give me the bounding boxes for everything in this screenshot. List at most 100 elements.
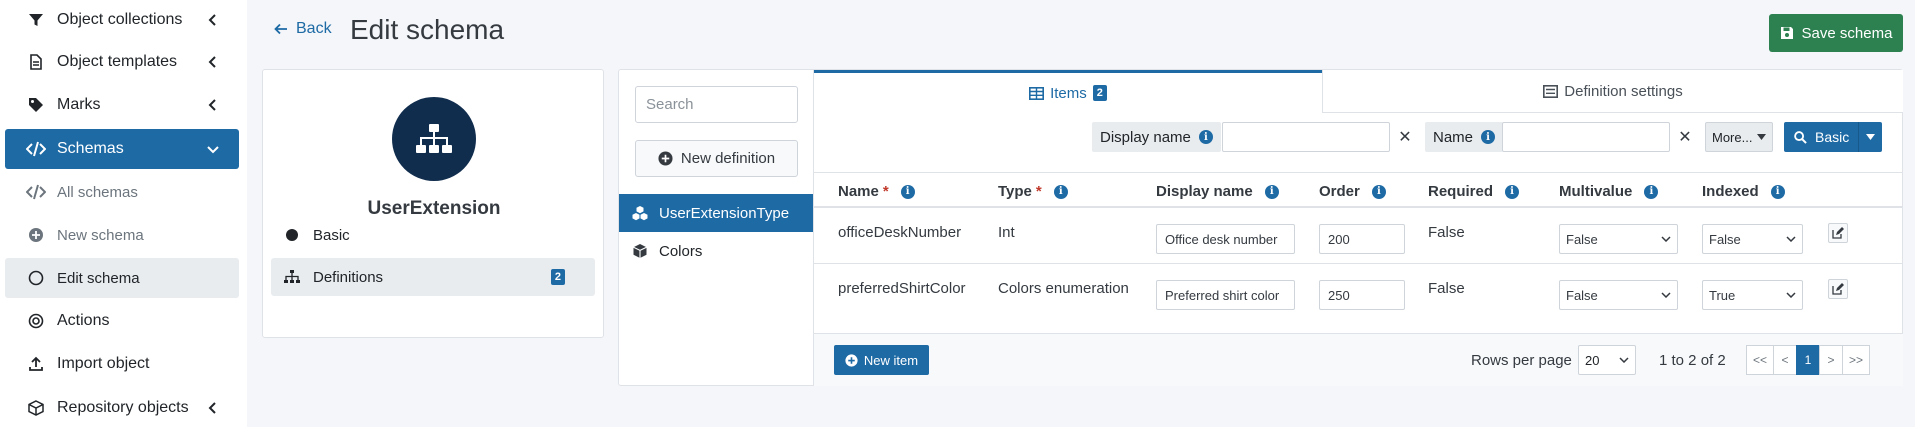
tag-icon	[25, 97, 47, 113]
save-schema-label: Save schema	[1801, 24, 1893, 42]
tab-definition-settings[interactable]: Definition settings	[1322, 70, 1903, 113]
select-value: True	[1709, 287, 1736, 303]
sidebar-item-label: Edit schema	[57, 269, 140, 287]
schema-menu-label: Definitions	[313, 268, 384, 286]
table-row: preferredShirtColor Colors enumeration P…	[814, 264, 1903, 320]
cubes-icon	[631, 205, 649, 221]
sidebar-item-import-object[interactable]: Import object	[5, 344, 239, 384]
sidebar-item-label: All schemas	[57, 183, 138, 201]
tab-items[interactable]: Items 2	[814, 70, 1322, 113]
schema-avatar	[392, 97, 476, 181]
page-1-button[interactable]: 1	[1796, 345, 1821, 375]
basic-search-split-toggle[interactable]	[1858, 122, 1882, 152]
sidebar-item-edit-schema[interactable]: Edit schema	[5, 258, 239, 298]
sitemap-icon	[283, 270, 301, 284]
rows-per-page-select[interactable]: 20	[1578, 345, 1636, 375]
more-filters-dropdown[interactable]: More...	[1705, 122, 1773, 152]
new-item-label: New item	[863, 352, 919, 368]
table-footer: New item Rows per page 20 1 to 2 of 2 <<…	[814, 333, 1903, 386]
first-page-button[interactable]: <<	[1746, 345, 1775, 375]
info-icon: i	[1770, 184, 1785, 199]
clear-display-name-filter-button[interactable]: ✕	[1390, 122, 1420, 152]
info-icon: i	[1505, 184, 1520, 199]
chevron-down-icon	[1619, 357, 1629, 363]
pagination-range: 1 to 2 of 2	[1659, 352, 1726, 369]
back-link[interactable]: Back	[274, 20, 332, 38]
sidebar-item-all-schemas[interactable]: All schemas	[5, 172, 239, 212]
definitions-count-badge: 2	[550, 269, 565, 285]
chevron-down-icon	[1661, 292, 1671, 298]
name-filter-label: Name i	[1425, 122, 1504, 152]
column-header-required: Required i	[1428, 183, 1520, 200]
code-icon	[25, 141, 47, 157]
name-filter-input[interactable]	[1502, 122, 1670, 152]
indexed-select[interactable]: True	[1702, 280, 1803, 310]
last-page-button[interactable]: >>	[1842, 345, 1871, 375]
order-input[interactable]: 200	[1319, 224, 1405, 254]
select-value: 20	[1585, 352, 1600, 368]
sidebar-item-marks[interactable]: Marks	[5, 85, 239, 125]
sidebar-item-object-collections[interactable]: Object collections	[5, 0, 239, 40]
definition-search-input[interactable]	[635, 86, 798, 123]
plus-circle-icon	[658, 151, 673, 166]
sidebar-item-label: Marks	[57, 96, 101, 113]
select-value: False	[1709, 231, 1741, 247]
clear-name-filter-button[interactable]: ✕	[1670, 122, 1700, 152]
box-icon	[25, 400, 47, 416]
definition-item-colors[interactable]: Colors	[619, 232, 814, 270]
chevron-left-icon	[208, 56, 216, 68]
prev-page-button[interactable]: <	[1773, 345, 1798, 375]
code-icon	[25, 184, 47, 200]
upload-icon	[25, 356, 47, 372]
sidebar-item-new-schema[interactable]: New schema	[5, 215, 239, 255]
column-header-order: Order i	[1319, 183, 1386, 200]
sidebar-item-actions[interactable]: Actions	[5, 301, 239, 341]
sidebar-item-label: Repository objects	[57, 399, 189, 416]
cell-type: Colors enumeration	[998, 280, 1129, 297]
sidebar-item-schemas[interactable]: Schemas	[5, 129, 239, 169]
chevron-left-icon	[208, 14, 216, 26]
indexed-select[interactable]: False	[1702, 224, 1803, 254]
chevron-down-icon	[1786, 236, 1796, 242]
schema-menu-definitions[interactable]: Definitions 2	[271, 258, 595, 296]
edit-row-button[interactable]	[1828, 223, 1848, 243]
display-name-input[interactable]: Office desk number	[1156, 224, 1295, 254]
display-name-input[interactable]: Preferred shirt color	[1156, 280, 1295, 310]
chevron-down-icon	[207, 146, 219, 154]
plus-circle-icon	[845, 353, 858, 367]
page-title: Edit schema	[350, 14, 505, 45]
order-input[interactable]: 250	[1319, 280, 1405, 310]
schema-card: UserExtension Basic Definitions 2	[262, 69, 604, 338]
sidebar-item-object-templates[interactable]: Object templates	[5, 42, 239, 82]
display-name-filter-label: Display name i	[1092, 122, 1221, 152]
edit-icon	[1832, 227, 1844, 239]
chevron-left-icon	[208, 402, 216, 414]
cell-name: officeDeskNumber	[838, 224, 962, 241]
display-name-filter-input[interactable]	[1222, 122, 1390, 152]
next-page-button[interactable]: >	[1819, 345, 1844, 375]
edit-row-button[interactable]	[1828, 279, 1848, 299]
schema-menu-basic[interactable]: Basic	[271, 216, 595, 254]
info-icon: i	[900, 184, 915, 199]
sidebar-item-repository-objects[interactable]: Repository objects	[5, 388, 239, 427]
filter-icon	[25, 12, 47, 28]
filter-bar: Display name i ✕ Name i ✕ More... Basic	[814, 113, 1903, 159]
info-icon: i	[1371, 184, 1386, 199]
chevron-down-icon	[1661, 236, 1671, 242]
edit-icon	[1832, 283, 1844, 295]
definition-item-userextensiontype[interactable]: UserExtensionType	[619, 194, 814, 232]
new-definition-label: New definition	[680, 150, 776, 167]
basic-search-button[interactable]: Basic	[1784, 122, 1882, 152]
multivalue-select[interactable]: False	[1559, 224, 1678, 254]
new-item-button[interactable]: New item	[834, 345, 929, 375]
select-value: False	[1566, 287, 1598, 303]
basic-search-label: Basic	[1815, 129, 1850, 145]
info-icon: i	[1053, 184, 1068, 199]
multivalue-select[interactable]: False	[1559, 280, 1678, 310]
column-header-indexed: Indexed i	[1702, 183, 1785, 200]
cell-type: Int	[998, 224, 1015, 241]
new-definition-button[interactable]: New definition	[635, 140, 798, 177]
save-schema-button[interactable]: Save schema	[1769, 14, 1903, 52]
sidebar: Object collections Object templates Mark…	[0, 0, 247, 427]
list-icon	[1543, 84, 1559, 98]
